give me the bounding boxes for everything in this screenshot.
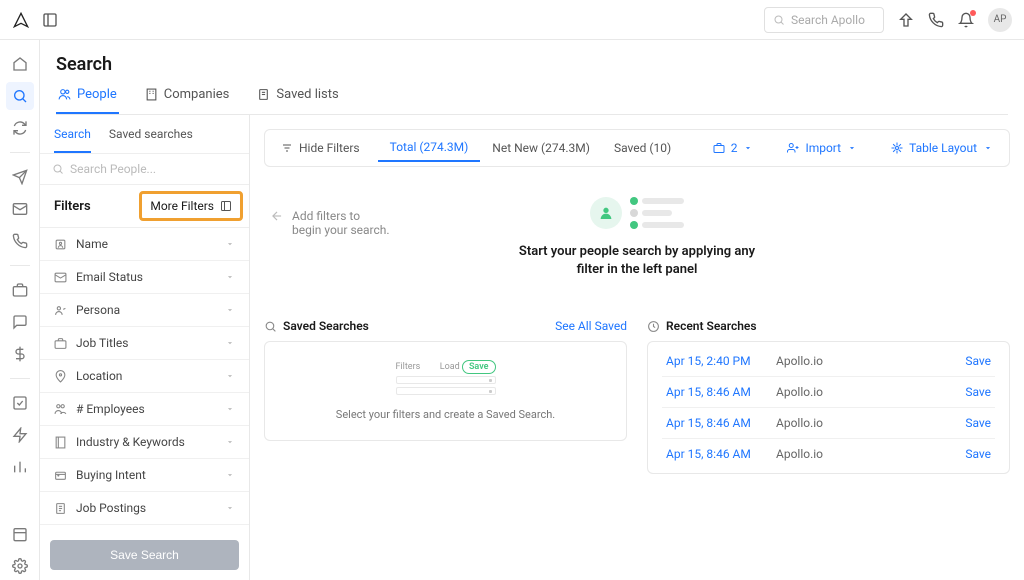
nav-briefcase[interactable] bbox=[6, 276, 34, 304]
results-toolbar: Hide Filters Total (274.3M)Net New (274.… bbox=[264, 129, 1010, 167]
result-tab-saved[interactable]: Saved (10) bbox=[602, 134, 683, 162]
global-search-placeholder: Search Apollo bbox=[791, 13, 865, 27]
filter-industry-keywords[interactable]: Industry & Keywords bbox=[40, 426, 249, 459]
recent-row: Apr 15, 2:40 PMApollo.io Save bbox=[662, 346, 995, 377]
sub-tab-saved-searches[interactable]: Saved searches bbox=[109, 127, 193, 153]
layout-button[interactable]: Table Layout bbox=[879, 135, 1005, 161]
filter-location[interactable]: Location bbox=[40, 360, 249, 393]
import-button[interactable]: Import bbox=[775, 135, 869, 161]
empty-title: Start your people search by applying any… bbox=[517, 243, 757, 279]
nav-plays[interactable] bbox=[6, 421, 34, 449]
filters-title: Filters bbox=[54, 199, 91, 214]
recent-save-link[interactable]: Save bbox=[965, 416, 991, 430]
saved-searches-title: Saved Searches bbox=[283, 319, 369, 333]
main-tab-people[interactable]: People bbox=[56, 87, 119, 114]
nav-tasks[interactable] bbox=[6, 389, 34, 417]
filter--employees[interactable]: # Employees bbox=[40, 393, 249, 426]
result-tab-net[interactable]: Net New (274.3M) bbox=[480, 134, 602, 162]
nav-mail[interactable] bbox=[6, 195, 34, 223]
nav-send[interactable] bbox=[6, 163, 34, 191]
filter-persona[interactable]: Persona bbox=[40, 294, 249, 327]
see-all-saved-link[interactable]: See All Saved bbox=[555, 319, 627, 333]
page-title: Search bbox=[56, 54, 1008, 75]
recent-label: Apollo.io bbox=[776, 354, 823, 368]
avatar[interactable]: AP bbox=[988, 8, 1012, 32]
saved-searches-card: FiltersLoad Save Select your filters and… bbox=[264, 341, 627, 441]
main-tab-saved-lists[interactable]: Saved lists bbox=[255, 87, 340, 114]
save-search-button[interactable]: Save Search bbox=[50, 540, 239, 570]
recent-label: Apollo.io bbox=[776, 447, 823, 461]
recent-time-link[interactable]: Apr 15, 8:46 AM bbox=[666, 385, 776, 399]
upgrade-icon[interactable] bbox=[898, 12, 914, 28]
nav-calls[interactable] bbox=[6, 227, 34, 255]
panel-toggle-icon[interactable] bbox=[42, 12, 58, 28]
nav-home[interactable] bbox=[6, 50, 34, 78]
recent-time-link[interactable]: Apr 15, 8:46 AM bbox=[666, 416, 776, 430]
topbar: Search Apollo AP bbox=[0, 0, 1024, 40]
more-filters-button[interactable]: More Filters bbox=[139, 191, 243, 221]
recent-row: Apr 15, 8:46 AMApollo.io Save bbox=[662, 439, 995, 469]
recent-searches-card: Apr 15, 2:40 PMApollo.ioSaveApr 15, 8:46… bbox=[647, 341, 1010, 474]
filter-job-postings[interactable]: Job Postings bbox=[40, 492, 249, 525]
nav-settings[interactable] bbox=[6, 552, 34, 580]
recent-row: Apr 15, 8:46 AMApollo.io Save bbox=[662, 408, 995, 439]
nav-chat[interactable] bbox=[6, 308, 34, 336]
results-area: Hide Filters Total (274.3M)Net New (274.… bbox=[250, 115, 1024, 580]
empty-illustration bbox=[590, 197, 684, 229]
recent-save-link[interactable]: Save bbox=[965, 447, 991, 461]
recent-time-link[interactable]: Apr 15, 2:40 PM bbox=[666, 354, 776, 368]
recent-searches-title: Recent Searches bbox=[666, 319, 757, 333]
recent-save-link[interactable]: Save bbox=[965, 354, 991, 368]
phone-icon[interactable] bbox=[928, 12, 944, 28]
nav-search[interactable] bbox=[6, 82, 34, 110]
bell-icon[interactable] bbox=[958, 12, 974, 28]
recent-label: Apollo.io bbox=[776, 385, 823, 399]
empty-hint: Add filters to begin your search. bbox=[270, 209, 390, 237]
main-tabs: People Companies Saved lists bbox=[56, 87, 1008, 115]
saved-searches-desc: Select your filters and create a Saved S… bbox=[336, 408, 555, 421]
nav-calendar[interactable] bbox=[6, 520, 34, 548]
hide-filters-button[interactable]: Hide Filters bbox=[269, 135, 372, 161]
nav-refresh[interactable] bbox=[6, 114, 34, 142]
panel-search-input[interactable]: Search People... bbox=[52, 162, 237, 176]
nav-dollar[interactable] bbox=[6, 340, 34, 368]
filters-panel: Search Saved searches Search People... Fi… bbox=[40, 115, 250, 580]
sub-tab-search[interactable]: Search bbox=[54, 127, 91, 153]
recent-row: Apr 15, 8:46 AMApollo.io Save bbox=[662, 377, 995, 408]
list-count-button[interactable]: 2 bbox=[701, 135, 766, 161]
recent-time-link[interactable]: Apr 15, 8:46 AM bbox=[666, 447, 776, 461]
logo-icon[interactable] bbox=[12, 11, 30, 29]
filter-job-titles[interactable]: Job Titles bbox=[40, 327, 249, 360]
recent-label: Apollo.io bbox=[776, 416, 823, 430]
global-search[interactable]: Search Apollo bbox=[764, 7, 884, 33]
main-tab-companies[interactable]: Companies bbox=[143, 87, 232, 114]
filter-name[interactable]: Name bbox=[40, 228, 249, 261]
filter-buying-intent[interactable]: Buying Intent bbox=[40, 459, 249, 492]
result-tab-total[interactable]: Total (274.3M) bbox=[378, 134, 481, 162]
nav-analytics[interactable] bbox=[6, 453, 34, 481]
filter-email-status[interactable]: Email Status bbox=[40, 261, 249, 294]
left-nav bbox=[0, 40, 40, 580]
recent-save-link[interactable]: Save bbox=[965, 385, 991, 399]
